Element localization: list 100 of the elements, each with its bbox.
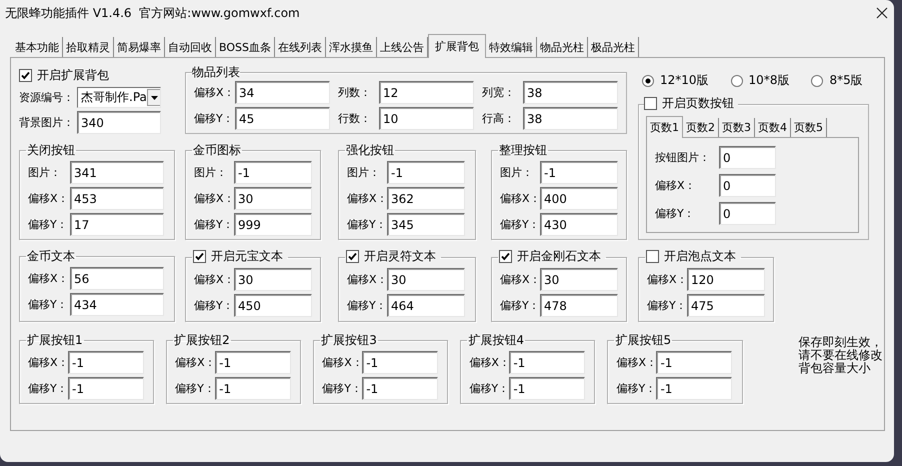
input-field[interactable]: -1 [656, 351, 732, 374]
input-field[interactable]: 30 [387, 268, 465, 291]
input-field[interactable]: 12 [379, 81, 474, 104]
checkbox[interactable] [646, 250, 659, 263]
group-title: 扩展按钮4 [468, 333, 524, 347]
tab[interactable]: BOSS血条 [216, 37, 275, 57]
field-label: 偏移X： [655, 178, 697, 193]
input-field[interactable]: 999 [234, 213, 312, 236]
input-field[interactable]: -1 [509, 351, 586, 374]
input-field[interactable]: 362 [387, 187, 465, 210]
input-field[interactable]: 340 [77, 111, 161, 134]
input-field[interactable]: -1 [215, 377, 292, 400]
tab[interactable]: 在线列表 [274, 37, 326, 57]
input-field[interactable]: 478 [540, 294, 618, 317]
group-title: 物品列表 [192, 65, 240, 79]
input-field[interactable]: -1 [234, 161, 312, 184]
tab[interactable]: 页数1 [646, 116, 683, 138]
input-field[interactable]: 450 [234, 294, 312, 317]
input-field[interactable]: 345 [387, 213, 465, 236]
field-label: 图片： [28, 165, 62, 180]
field-label: 偏移Y： [28, 381, 68, 396]
input-field[interactable]: 30 [540, 268, 618, 291]
input-field[interactable]: 0 [719, 146, 776, 169]
field-label: 偏移X： [347, 191, 387, 206]
close-icon[interactable] [876, 7, 888, 19]
field-label: 偏移Y： [28, 217, 69, 232]
tab[interactable]: 拾取精灵 [63, 37, 114, 57]
input-field[interactable]: 464 [387, 294, 465, 317]
input-field[interactable]: 17 [70, 213, 164, 236]
field-label: 图片： [194, 165, 228, 180]
tab[interactable]: 页数2 [683, 118, 719, 137]
field-label: 列宽： [482, 85, 516, 100]
input-field[interactable]: 38 [523, 81, 618, 104]
input-field[interactable]: -1 [215, 351, 292, 374]
resource-dropdown[interactable]: 杰哥制作.Pa [77, 87, 161, 108]
field-label: 偏移X： [616, 355, 656, 370]
field-label: 偏移X： [28, 191, 70, 206]
field-label: 偏移X： [347, 272, 387, 287]
field-label: 资源编号： [19, 90, 75, 105]
field-label: 偏移Y： [347, 217, 387, 232]
checkbox[interactable] [644, 97, 657, 110]
field-label: 偏移Y： [469, 381, 510, 396]
input-field[interactable]: 30 [234, 187, 312, 210]
input-field[interactable]: 475 [687, 294, 765, 317]
field-label: 偏移Y： [500, 217, 540, 232]
group-title: 开启页数按钮 [662, 95, 734, 112]
tab[interactable]: 页数3 [719, 118, 755, 137]
group-title: 扩展按钮5 [615, 333, 672, 347]
tab[interactable]: 页数4 [755, 118, 791, 137]
field-label: 偏移Y： [194, 217, 234, 232]
field-label: 偏移Y： [616, 381, 656, 396]
input-field[interactable]: -1 [68, 351, 144, 374]
input-field[interactable]: -1 [509, 377, 586, 400]
checkbox[interactable] [346, 250, 359, 263]
field-label: 偏移Y： [347, 298, 387, 313]
input-field[interactable]: 45 [235, 107, 330, 130]
tab[interactable]: 自动回收 [165, 37, 216, 57]
input-field[interactable]: 38 [523, 107, 618, 130]
input-field[interactable]: 453 [70, 187, 164, 210]
input-field[interactable]: 0 [719, 174, 776, 197]
input-field[interactable]: 341 [70, 161, 164, 184]
input-field[interactable]: 120 [687, 268, 765, 291]
tab[interactable]: 扩展背包 [428, 34, 486, 58]
input-field[interactable]: 56 [70, 267, 164, 290]
group-title: 扩展按钮2 [174, 333, 230, 347]
tab[interactable]: 基本功能 [12, 37, 63, 57]
radio-button[interactable] [642, 74, 654, 86]
tab[interactable]: 物品光柱 [536, 37, 588, 57]
field-label: 偏移X： [28, 355, 68, 370]
input-field[interactable]: 10 [379, 107, 474, 130]
radio-button[interactable] [730, 74, 743, 86]
group-title: 扩展按钮1 [27, 333, 83, 347]
input-field[interactable]: -1 [68, 377, 144, 400]
tab[interactable]: 页数5 [791, 118, 827, 137]
input-field[interactable]: 0 [719, 202, 776, 225]
input-field[interactable]: 434 [70, 293, 164, 316]
input-field[interactable]: -1 [656, 377, 732, 400]
checkbox[interactable] [499, 250, 512, 263]
field-label: 背景图片： [19, 115, 75, 130]
input-field[interactable]: -1 [362, 377, 438, 400]
input-field[interactable]: 400 [540, 187, 618, 210]
input-field[interactable]: 430 [540, 213, 618, 236]
field-label: 偏移X： [28, 271, 70, 286]
checkbox[interactable] [193, 250, 206, 263]
input-field[interactable]: -1 [540, 161, 618, 184]
group-title: 开启元宝文本 [211, 248, 283, 265]
checkbox[interactable] [19, 68, 32, 82]
radio-button[interactable] [811, 74, 824, 86]
field-label: 偏移X： [647, 272, 687, 287]
input-field[interactable]: 30 [234, 268, 312, 291]
input-field[interactable]: -1 [362, 351, 438, 374]
group-title: 关闭按钮 [27, 143, 75, 157]
tab[interactable]: 浑水摸鱼 [326, 37, 377, 57]
input-field[interactable]: -1 [387, 161, 465, 184]
tab[interactable]: 简易爆率 [114, 37, 165, 57]
group-title: 开启泡点文本 [664, 248, 736, 265]
input-field[interactable]: 34 [235, 81, 330, 104]
tab[interactable]: 特效编辑 [486, 37, 537, 57]
tab[interactable]: 极品光柱 [588, 37, 639, 57]
field-label: 偏移Y： [655, 206, 696, 221]
